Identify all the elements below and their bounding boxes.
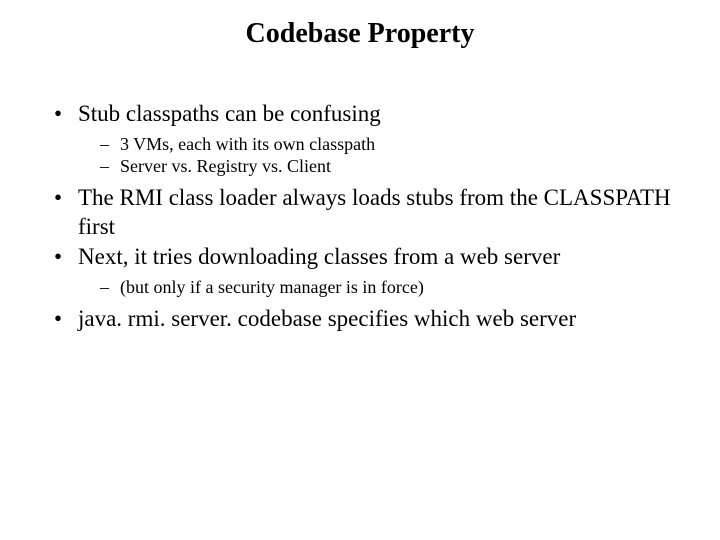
- bullet-item: Stub classpaths can be confusing 3 VMs, …: [50, 100, 680, 178]
- bullet-text: java. rmi. server. codebase specifies wh…: [78, 306, 576, 331]
- bullet-list: Stub classpaths can be confusing 3 VMs, …: [50, 100, 680, 333]
- bullet-item: java. rmi. server. codebase specifies wh…: [50, 305, 680, 334]
- sub-bullet-text: Server vs. Registry vs. Client: [120, 156, 331, 176]
- slide-title: Codebase Property: [0, 18, 720, 50]
- sub-bullet-item: Server vs. Registry vs. Client: [100, 155, 680, 178]
- sub-bullet-item: 3 VMs, each with its own classpath: [100, 133, 680, 156]
- bullet-text: Stub classpaths can be confusing: [78, 101, 381, 126]
- sub-bullet-text: (but only if a security manager is in fo…: [120, 277, 424, 297]
- sub-bullet-item: (but only if a security manager is in fo…: [100, 276, 680, 299]
- sub-bullet-list: 3 VMs, each with its own classpath Serve…: [78, 133, 680, 178]
- bullet-item: Next, it tries downloading classes from …: [50, 243, 680, 298]
- bullet-text: Next, it tries downloading classes from …: [78, 244, 560, 269]
- bullet-item: The RMI class loader always loads stubs …: [50, 184, 680, 242]
- sub-bullet-text: 3 VMs, each with its own classpath: [120, 134, 375, 154]
- bullet-text: The RMI class loader always loads stubs …: [78, 185, 671, 239]
- slide-content: Stub classpaths can be confusing 3 VMs, …: [0, 100, 720, 333]
- slide: Codebase Property Stub classpaths can be…: [0, 18, 720, 540]
- sub-bullet-list: (but only if a security manager is in fo…: [78, 276, 680, 299]
